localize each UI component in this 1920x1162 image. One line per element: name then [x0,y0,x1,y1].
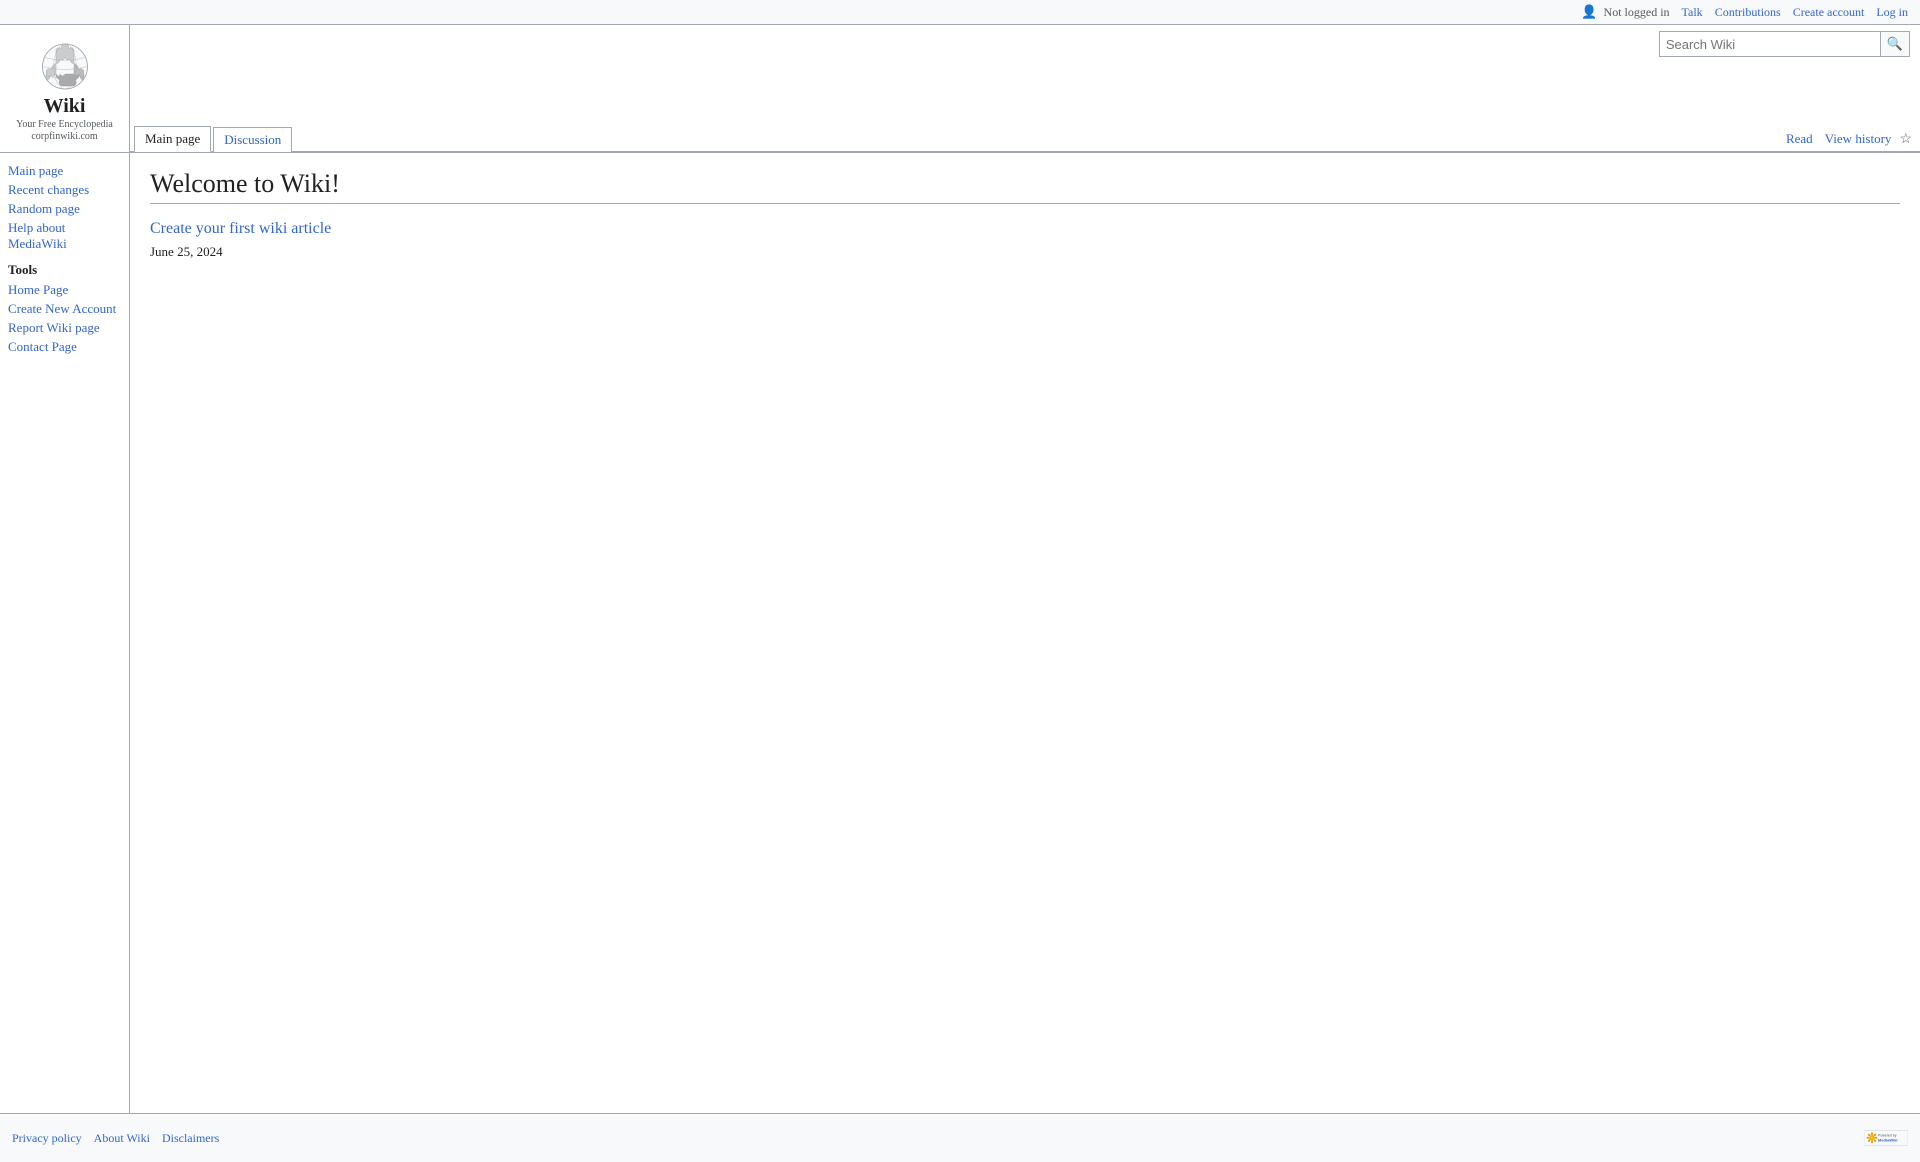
logo-domain: corpfinwiki.com [31,131,97,142]
contributions-link[interactable]: Contributions [1715,5,1781,20]
sidebar: Main page Recent changes Random page Hel… [0,153,130,1113]
tab-view-history[interactable]: View history [1821,129,1896,149]
search-icon: 🔍 [1887,36,1903,51]
sidebar-link-help-mediawiki[interactable]: Help about MediaWiki [8,220,121,252]
watchlist-star-icon[interactable]: ☆ [1899,131,1912,148]
tab-discussion[interactable]: Discussion [213,127,292,152]
mediawiki-logo: Powered by MediaWiki [1864,1124,1908,1152]
tools-section-title: Tools [8,262,121,278]
login-link[interactable]: Log in [1876,5,1908,20]
talk-link[interactable]: Talk [1682,5,1703,20]
tabs-row: Main page Discussion Read View history ☆ [130,125,1920,152]
tab-read[interactable]: Read [1782,129,1817,149]
article-date: June 25, 2024 [150,244,1900,260]
first-article-link[interactable]: Create your first wiki article [150,220,1900,238]
sidebar-link-recent-changes[interactable]: Recent changes [8,182,121,198]
page-title: Welcome to Wiki! [150,169,1900,204]
footer-links: Privacy policy About Wiki Disclaimers [12,1131,219,1146]
sidebar-link-contact-page[interactable]: Contact Page [8,339,121,355]
powered-by-section: Powered by MediaWiki [1864,1124,1908,1152]
search-form[interactable]: 🔍 [1659,31,1910,57]
search-input[interactable] [1660,35,1880,54]
tab-group-right: Read View history ☆ [1782,129,1920,151]
tab-group-left: Main page Discussion [134,125,1782,151]
svg-text:Powered by: Powered by [1878,1133,1897,1137]
mediawiki-icon: Powered by MediaWiki [1864,1124,1908,1152]
logo-area[interactable]: Wiki Your Free Encyclopedia corpfinwiki.… [0,25,130,152]
create-account-link[interactable]: Create account [1793,5,1865,20]
about-wiki-link[interactable]: About Wiki [94,1131,150,1146]
nav-area: 🔍 Main page Discussion Read View history… [130,25,1920,152]
content-area: Welcome to Wiki! Create your first wiki … [130,153,1920,1113]
footer: Privacy policy About Wiki Disclaimers Po… [0,1113,1920,1162]
search-row: 🔍 [130,25,1920,61]
sidebar-link-home-page[interactable]: Home Page [8,282,121,298]
top-bar-right: 👤 Not logged in Talk Contributions Creat… [1581,4,1908,20]
top-bar: 👤 Not logged in Talk Contributions Creat… [0,0,1920,25]
logo-title: Wiki [44,95,86,118]
sidebar-link-report-wiki[interactable]: Report Wiki page [8,320,121,336]
logo-tagline: Your Free Encyclopedia [16,118,113,131]
sidebar-link-create-account[interactable]: Create New Account [8,301,121,317]
tab-main-page[interactable]: Main page [134,126,211,152]
layout: Main page Recent changes Random page Hel… [0,153,1920,1113]
disclaimers-link[interactable]: Disclaimers [162,1131,219,1146]
sidebar-link-random-page[interactable]: Random page [8,201,121,217]
privacy-policy-link[interactable]: Privacy policy [12,1131,82,1146]
wiki-logo [35,35,95,95]
user-icon: 👤 [1581,4,1597,20]
header: Wiki Your Free Encyclopedia corpfinwiki.… [0,25,1920,153]
svg-text:MediaWiki: MediaWiki [1878,1137,1898,1142]
not-logged-in-text: Not logged in [1604,5,1670,20]
search-button[interactable]: 🔍 [1880,32,1909,56]
sidebar-link-main-page[interactable]: Main page [8,163,121,179]
